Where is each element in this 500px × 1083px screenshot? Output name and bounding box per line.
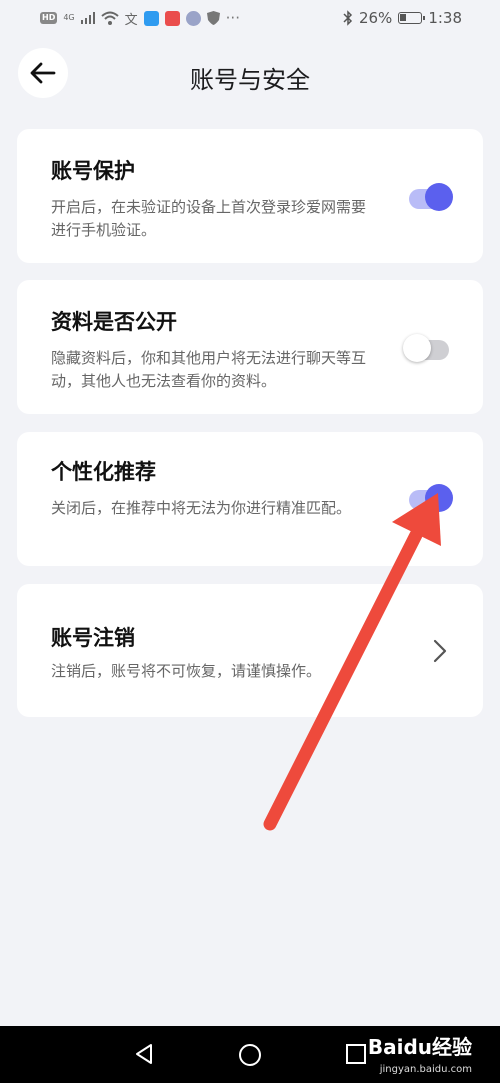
header: 账号与安全 — [0, 48, 500, 100]
app-search-icon — [143, 10, 159, 26]
card-title: 账号保护 — [51, 159, 135, 183]
card-title: 个性化推荐 — [51, 460, 156, 484]
personalized-recommendation-card: 个性化推荐 关闭后，在推荐中将无法为你进行精准匹配。 — [17, 432, 483, 566]
more-icon: ··· — [225, 9, 240, 27]
watermark-url: jingyan.baidu.com — [379, 1064, 472, 1075]
status-bar-left: HD 4G 文 ··· — [40, 9, 240, 28]
toggle-knob — [425, 484, 453, 512]
hd-badge: HD — [40, 12, 58, 24]
signal-icon — [80, 12, 95, 24]
battery-percent: 26% — [358, 9, 393, 27]
profile-public-toggle[interactable] — [403, 334, 449, 362]
profile-public-card: 资料是否公开 隐藏资料后，你和其他用户将无法进行聊天等互动，其他人也无法查看你的… — [17, 280, 483, 414]
account-protection-toggle[interactable] — [409, 183, 453, 211]
card-description: 关闭后，在推荐中将无法为你进行精准匹配。 — [51, 499, 352, 517]
square-recent-icon[interactable] — [345, 1043, 367, 1065]
toggle-knob — [403, 334, 431, 362]
app-red-icon — [164, 10, 180, 26]
card-description: 隐藏资料后，你和其他用户将无法进行聊天等互动，其他人也无法查看你的资料。 — [51, 349, 367, 390]
app-music-icon — [185, 10, 201, 26]
network-type: 4G — [63, 13, 75, 22]
app-notification-icon: 文 — [124, 12, 138, 28]
toggle-knob — [425, 183, 453, 211]
personalized-recommendation-toggle[interactable] — [409, 484, 453, 512]
battery-icon — [398, 12, 426, 24]
chevron-right-icon — [433, 639, 447, 663]
wifi-icon — [100, 11, 119, 25]
status-bar: HD 4G 文 ··· 26% 1:38 — [0, 0, 500, 36]
triangle-back-icon[interactable] — [133, 1043, 155, 1065]
card-title: 资料是否公开 — [51, 310, 177, 334]
page-title: 账号与安全 — [190, 66, 310, 94]
baidu-jingyan-logo: Baidu经验 — [367, 1035, 472, 1059]
shield-icon — [206, 11, 220, 25]
card-description: 开启后，在未验证的设备上首次登录珍爱网需要进行手机验证。 — [51, 198, 367, 239]
circle-home-icon[interactable] — [238, 1043, 262, 1067]
account-deletion-card[interactable]: 账号注销 注销后，账号将不可恢复，请谨慎操作。 — [17, 584, 483, 717]
clock: 1:38 — [428, 9, 462, 27]
status-bar-right: 26% 1:38 — [343, 9, 462, 27]
account-protection-card: 账号保护 开启后，在未验证的设备上首次登录珍爱网需要进行手机验证。 — [17, 129, 483, 263]
bluetooth-icon — [343, 10, 353, 26]
card-title: 账号注销 — [51, 626, 135, 650]
card-description: 注销后，账号将不可恢复，请谨慎操作。 — [51, 662, 322, 680]
